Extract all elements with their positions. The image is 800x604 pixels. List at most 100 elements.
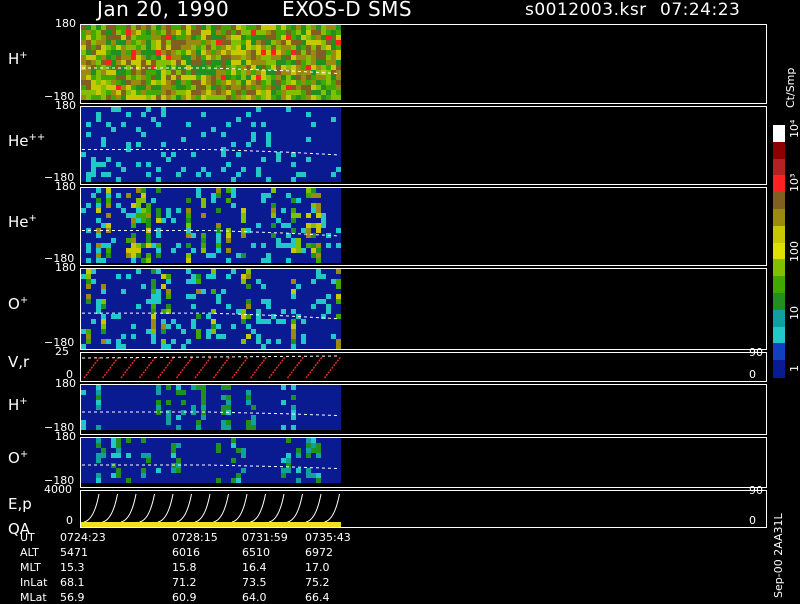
heat-cell	[211, 55, 216, 60]
heat-cell	[331, 85, 336, 90]
heat-cell	[316, 405, 321, 410]
heat-cell	[156, 60, 161, 65]
heat-cell	[301, 193, 306, 198]
heat-cell	[196, 304, 201, 309]
heat-cell	[206, 223, 211, 228]
heat-cell	[96, 279, 101, 284]
heat-cell	[211, 30, 216, 35]
heat-cell	[316, 45, 321, 50]
heat-cell	[121, 443, 126, 448]
heat-cell	[211, 294, 216, 299]
heat-cell	[226, 274, 231, 279]
heat-cell	[321, 162, 326, 167]
heat-cell	[216, 425, 221, 430]
heat-cell	[216, 75, 221, 80]
heat-cell	[291, 415, 296, 420]
heat-cell	[316, 294, 321, 299]
heat-cell	[231, 415, 236, 420]
heat-cell	[261, 213, 266, 218]
heat-cell	[221, 25, 226, 30]
heat-cell	[266, 117, 271, 122]
heat-cell	[251, 35, 256, 40]
y-tick-bottom: 0	[66, 514, 73, 527]
heat-cell	[311, 299, 316, 304]
heat-cell	[151, 117, 156, 122]
heat-cell	[301, 294, 306, 299]
heat-cell	[246, 162, 251, 167]
heat-cell	[166, 425, 171, 430]
heat-cell	[321, 395, 326, 400]
heat-cell	[126, 443, 131, 448]
heat-cell	[201, 425, 206, 430]
heat-cell	[221, 243, 226, 248]
heat-cell	[226, 75, 231, 80]
heat-cell	[221, 65, 226, 70]
heat-cell	[246, 35, 251, 40]
heat-cell	[111, 400, 116, 405]
heat-cell	[266, 112, 271, 117]
heat-cell	[301, 223, 306, 228]
heat-cell	[301, 448, 306, 453]
heat-cell	[81, 294, 86, 299]
heat-cell	[151, 405, 156, 410]
heat-cell	[176, 172, 181, 177]
heat-cell	[166, 203, 171, 208]
heat-cell	[241, 35, 246, 40]
heat-cell	[306, 112, 311, 117]
heat-cell	[201, 45, 206, 50]
heat-cell	[166, 385, 171, 390]
heat-cell	[96, 443, 101, 448]
heat-cell	[251, 289, 256, 294]
heat-cell	[141, 30, 146, 35]
heat-cell	[226, 248, 231, 253]
heat-cell	[276, 400, 281, 405]
heat-cell	[261, 193, 266, 198]
heat-cell	[171, 329, 176, 334]
heat-cell	[91, 258, 96, 263]
heat-cell	[296, 70, 301, 75]
heat-cell	[221, 90, 226, 95]
heat-cell	[261, 279, 266, 284]
heat-cell	[326, 40, 331, 45]
heat-cell	[116, 132, 121, 137]
heat-cell	[321, 458, 326, 463]
heat-cell	[311, 334, 316, 339]
heat-cell	[186, 198, 191, 203]
heat-cell	[161, 70, 166, 75]
heat-cell	[186, 132, 191, 137]
heat-cell	[156, 132, 161, 137]
heat-cell	[281, 60, 286, 65]
heat-cell	[286, 142, 291, 147]
heat-cell	[191, 40, 196, 45]
heat-cell	[191, 344, 196, 349]
heat-cell	[161, 188, 166, 193]
heat-cell	[186, 448, 191, 453]
heat-cell	[281, 468, 286, 473]
heat-cell	[131, 218, 136, 223]
heat-cell	[276, 142, 281, 147]
heat-cell	[136, 329, 141, 334]
heat-cell	[141, 425, 146, 430]
heat-cell	[291, 122, 296, 127]
heat-cell	[331, 284, 336, 289]
heat-cell	[311, 400, 316, 405]
heat-cell	[231, 193, 236, 198]
heat-cell	[101, 117, 106, 122]
heat-cell	[111, 443, 116, 448]
heat-cell	[186, 70, 191, 75]
heat-cell	[251, 177, 256, 182]
heat-cell	[311, 274, 316, 279]
heat-cell	[96, 132, 101, 137]
heat-cell	[286, 40, 291, 45]
heat-cell	[216, 405, 221, 410]
heat-cell	[201, 294, 206, 299]
heat-cell	[336, 198, 341, 203]
heat-cell	[171, 314, 176, 319]
heat-cell	[216, 395, 221, 400]
heat-cell	[286, 25, 291, 30]
heat-cell	[121, 438, 126, 443]
heat-cell	[241, 405, 246, 410]
heat-cell	[136, 478, 141, 483]
heat-cell	[336, 203, 341, 208]
heat-cell	[311, 137, 316, 142]
